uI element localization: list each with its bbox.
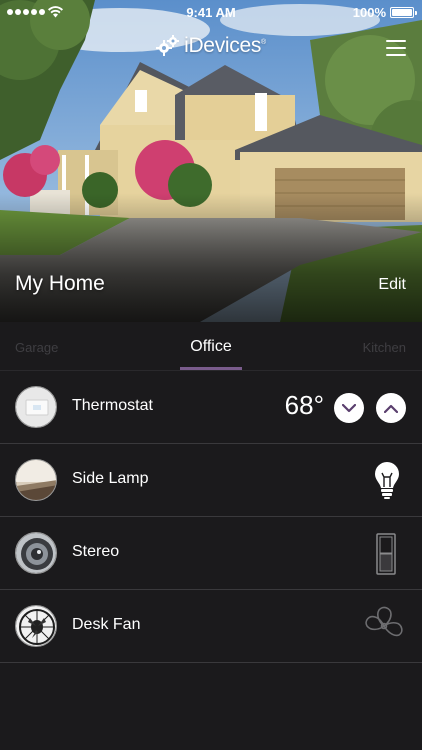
device-name: Thermostat: [72, 397, 153, 414]
battery-icon: [390, 7, 417, 18]
list-item[interactable]: Side Lamp: [0, 444, 422, 517]
thermostat-avatar: [15, 386, 57, 428]
tab-garage[interactable]: Garage: [15, 340, 58, 355]
temperature-up-button[interactable]: [376, 393, 406, 423]
temperature-value: 68°: [284, 390, 324, 420]
stereo-avatar: [15, 532, 57, 574]
device-name: Desk Fan: [72, 616, 141, 633]
tab-office[interactable]: [180, 332, 242, 370]
room-tabs: Garage Office Kitchen: [0, 322, 422, 370]
desk-fan-avatar: [15, 605, 57, 647]
lightbulb-icon[interactable]: [372, 460, 402, 500]
fan-icon[interactable]: [362, 606, 406, 648]
device-list: Thermostat 68° Side Lamp Stereo Desk Fan: [0, 371, 422, 663]
gears-icon: [156, 35, 180, 56]
hamburger-menu-icon[interactable]: [386, 40, 406, 56]
app-logo: iDevices®: [0, 34, 422, 58]
battery-percent: 100%: [352, 5, 386, 20]
registered-mark: ®: [261, 39, 266, 46]
chevron-up-icon: [384, 404, 398, 413]
list-item[interactable]: Stereo: [0, 517, 422, 590]
switch-icon[interactable]: [376, 533, 396, 575]
side-lamp-avatar: [15, 459, 57, 501]
edit-button[interactable]: Edit: [378, 276, 406, 294]
device-name: Side Lamp: [72, 470, 149, 487]
temperature-down-button[interactable]: [334, 393, 364, 423]
hero-banner: 9:41 AM 100% iDevices® My Home Edit: [0, 0, 422, 322]
logo-text: iDevices: [184, 34, 262, 57]
list-item[interactable]: Desk Fan: [0, 590, 422, 663]
home-title: My Home: [15, 272, 105, 295]
tab-kitchen[interactable]: Kitchen: [363, 340, 406, 355]
chevron-down-icon: [342, 403, 356, 412]
list-item[interactable]: Thermostat 68°: [0, 371, 422, 444]
device-name: Stereo: [72, 543, 120, 560]
status-bar: 9:41 AM 100%: [0, 0, 422, 26]
